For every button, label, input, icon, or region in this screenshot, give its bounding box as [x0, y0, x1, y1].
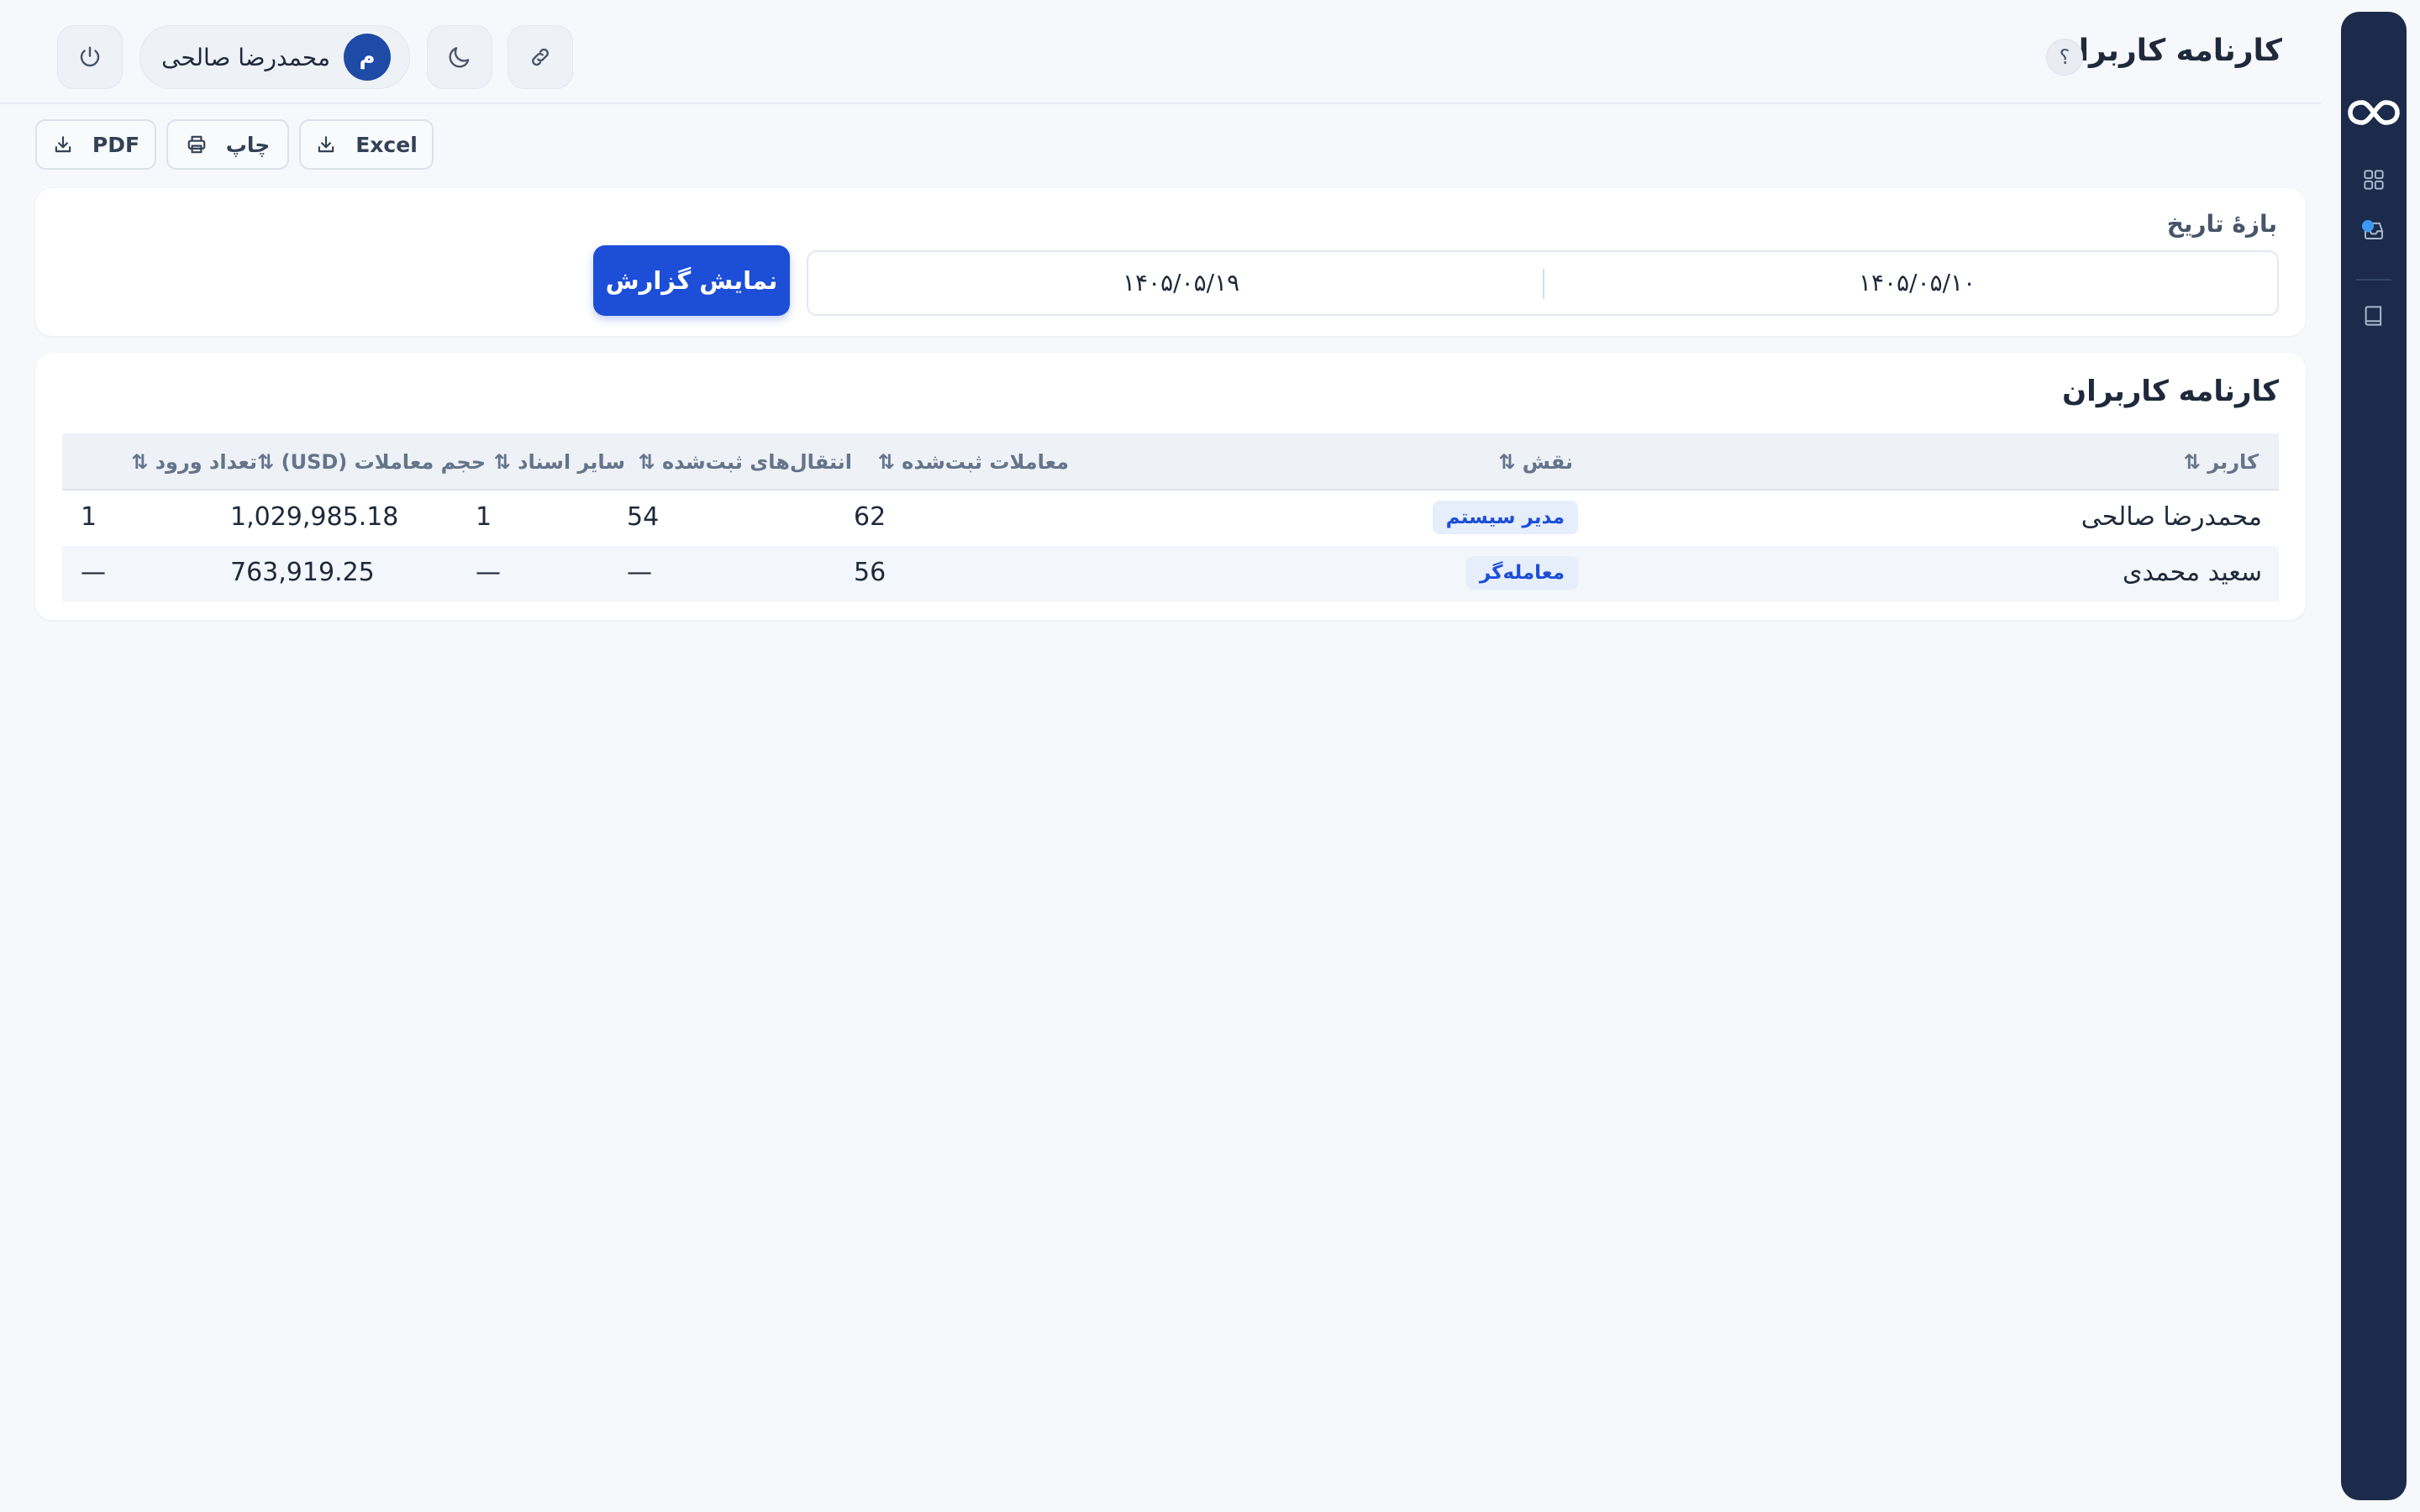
column-header-volume[interactable]: حجم معاملات (USD) ⇅ — [257, 450, 486, 474]
column-header-volume-label: حجم معاملات (USD) — [281, 450, 486, 474]
printer-icon — [187, 135, 206, 154]
print-button[interactable]: چاپ — [166, 119, 289, 170]
date-from-input[interactable]: ۱۴۰۵/۰۵/۱۰ — [1859, 269, 1975, 297]
cell-volume: 763,919.25 — [230, 558, 375, 587]
sort-icon: ⇅ — [638, 450, 655, 474]
column-header-transfers-label: انتقال‌های ثبت‌شده — [662, 450, 852, 474]
role-badge: مدیر سیستم — [1432, 501, 1578, 534]
show-report-button[interactable]: نمایش گزارش — [593, 245, 790, 316]
moon-icon — [449, 47, 470, 68]
sort-icon: ⇅ — [1498, 450, 1516, 474]
sort-icon: ⇅ — [877, 450, 895, 474]
sidebar-divider — [2356, 279, 2391, 281]
table-header: کاربر ⇅ نقش ⇅ معاملات ثبت‌شده ⇅ انتقال‌ه… — [62, 433, 2279, 491]
column-header-user-label: کاربر — [2207, 450, 2259, 474]
sidebar — [2341, 12, 2407, 1500]
column-header-logins[interactable]: تعداد ورود ⇅ — [131, 450, 257, 474]
cell-transfers: 54 — [627, 502, 660, 532]
notification-dot — [2362, 220, 2374, 232]
download-icon — [318, 136, 334, 153]
sort-icon: ⇅ — [131, 450, 149, 474]
top-header: کارنامه کاربران ؟ محمدرضا صالحی م — [0, 0, 2321, 104]
dark-mode-toggle[interactable] — [427, 25, 492, 89]
role-badge: معامله‌گر — [1465, 556, 1578, 590]
cell-trades: 56 — [854, 558, 886, 587]
export-pdf-button[interactable]: PDF — [35, 119, 156, 170]
avatar: م — [344, 34, 391, 81]
column-header-trades[interactable]: معاملات ثبت‌شده ⇅ — [878, 450, 1069, 474]
date-range-picker[interactable]: ۱۴۰۵/۰۵/۱۰ ۱۴۰۵/۰۵/۱۹ — [807, 250, 2279, 316]
sort-icon: ⇅ — [2183, 450, 2201, 474]
cell-other-docs: — — [476, 558, 501, 587]
column-header-role-label: نقش — [1522, 450, 1573, 474]
export-excel-button[interactable]: Excel — [299, 119, 434, 170]
download-icon — [55, 136, 71, 153]
print-label: چاپ — [225, 132, 271, 157]
date-range-separator — [1543, 269, 1544, 299]
date-to-input[interactable]: ۱۴۰۵/۰۵/۱۹ — [1123, 269, 1239, 297]
dashboard-grid-icon[interactable] — [2357, 163, 2391, 197]
infinity-logo-icon[interactable] — [2341, 89, 2407, 136]
column-header-trades-label: معاملات ثبت‌شده — [902, 450, 1069, 474]
column-header-other-docs[interactable]: سایر اسناد ⇅ — [494, 450, 625, 474]
cell-logins: — — [81, 558, 106, 587]
column-header-role[interactable]: نقش ⇅ — [1498, 450, 1573, 474]
link-icon — [532, 48, 549, 66]
inbox-icon[interactable] — [2357, 213, 2391, 247]
cell-transfers: — — [627, 558, 652, 587]
cell-volume: 1,029,985.18 — [230, 502, 399, 532]
table-title: کارنامه کاربران — [2062, 375, 2279, 408]
user-menu[interactable]: محمدرضا صالحی م — [139, 25, 410, 89]
column-header-logins-label: تعداد ورود — [155, 450, 257, 474]
logout-button[interactable] — [57, 25, 123, 89]
column-header-transfers[interactable]: انتقال‌های ثبت‌شده ⇅ — [639, 450, 852, 474]
cell-trades: 62 — [854, 502, 886, 532]
report-table-card: کارنامه کاربران کاربر ⇅ نقش ⇅ معاملات ثب… — [35, 353, 2306, 620]
sort-icon: ⇅ — [257, 450, 275, 474]
date-range-label: بازهٔ تاریخ — [2166, 210, 2277, 238]
book-icon[interactable] — [2357, 299, 2391, 333]
table-row[interactable]: محمدرضا صالحی مدیر سیستم 62 54 1 1,029,9… — [62, 491, 2279, 546]
copy-link-button[interactable] — [508, 25, 573, 89]
table-row[interactable]: سعید محمدی معامله‌گر 56 — — 763,919.25 — — [62, 546, 2279, 601]
export-excel-label: Excel — [355, 132, 418, 157]
power-icon — [80, 46, 100, 67]
cell-user: محمدرضا صالحی — [2081, 502, 2262, 532]
date-filter-card: بازهٔ تاریخ ۱۴۰۵/۰۵/۱۰ ۱۴۰۵/۰۵/۱۹ نمایش … — [35, 188, 2306, 336]
cell-logins: 1 — [81, 502, 97, 532]
cell-user: سعید محمدی — [2123, 558, 2262, 587]
page-title: کارنامه کاربران — [2052, 34, 2282, 68]
export-pdf-label: PDF — [92, 132, 140, 157]
sort-icon: ⇅ — [493, 450, 511, 474]
column-header-user[interactable]: کاربر ⇅ — [2184, 450, 2259, 474]
cell-other-docs: 1 — [476, 502, 492, 532]
user-name: محمدرضا صالحی — [161, 43, 330, 71]
help-button[interactable]: ؟ — [2046, 39, 2083, 76]
column-header-other-docs-label: سایر اسناد — [518, 450, 625, 474]
